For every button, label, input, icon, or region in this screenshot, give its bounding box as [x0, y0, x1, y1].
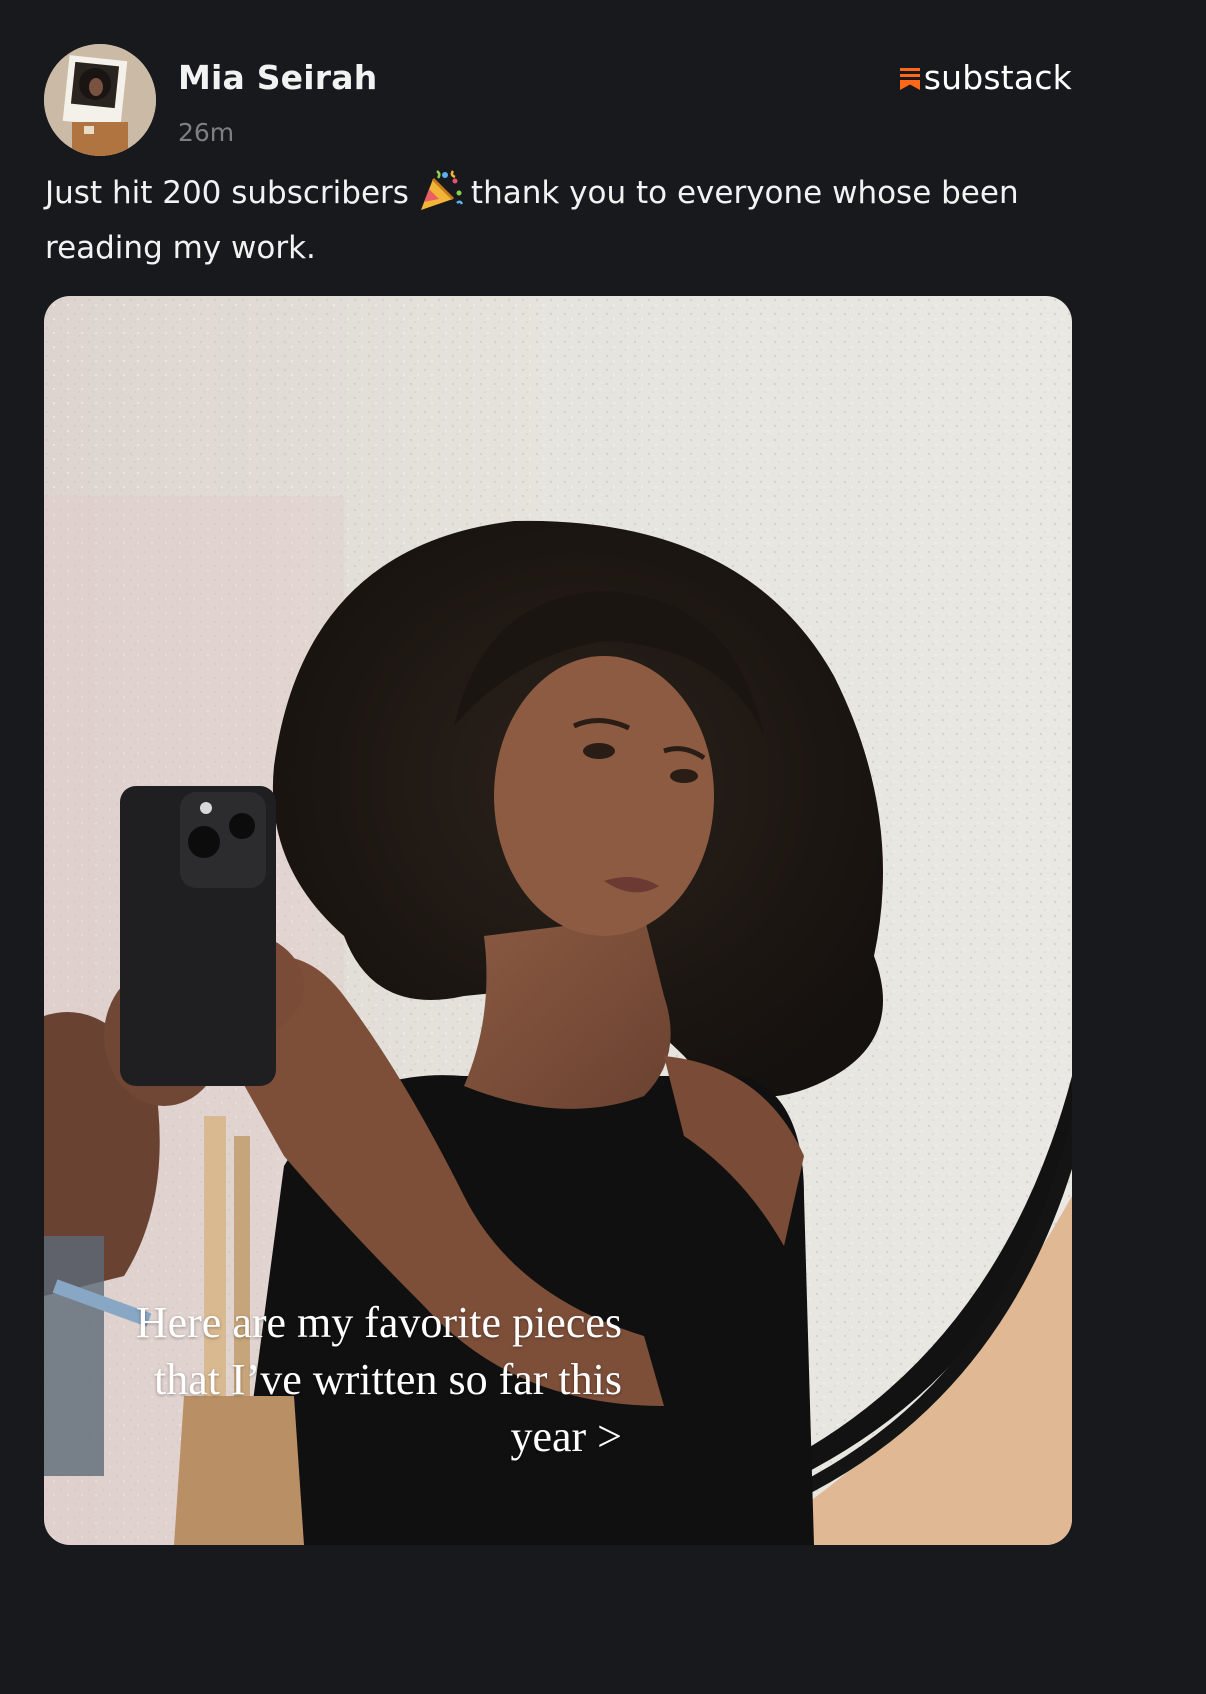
substack-bookmark-icon — [899, 67, 920, 90]
post-text: Just hit 200 subscribers thank you to ev… — [45, 166, 1075, 276]
party-popper-icon — [420, 170, 463, 210]
author-name[interactable]: Mia Seirah — [178, 58, 377, 97]
brand-label: substack — [923, 58, 1072, 97]
substack-logo[interactable]: substack — [899, 58, 1072, 97]
avatar-photo — [44, 44, 156, 156]
author-avatar[interactable] — [44, 44, 156, 156]
post-text-part-1: Just hit 200 subscribers — [45, 175, 409, 211]
post-image-card[interactable]: Here are my favorite pieces that I’ve wr… — [44, 296, 1072, 1545]
post-timestamp: 26m — [178, 118, 235, 147]
image-caption: Here are my favorite pieces that I’ve wr… — [135, 1298, 622, 1461]
